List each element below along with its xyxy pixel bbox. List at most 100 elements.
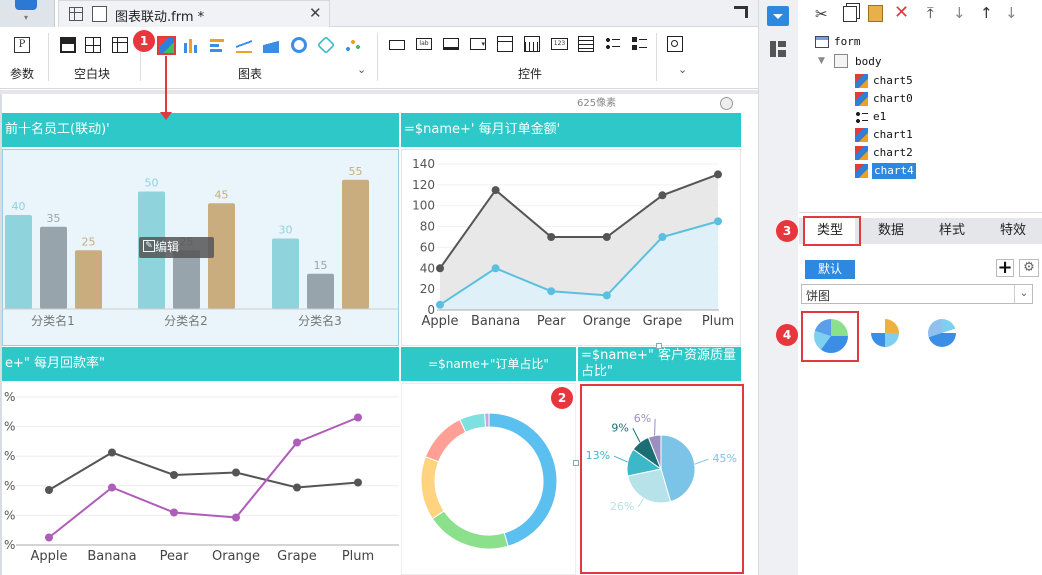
tree-item-chart2[interactable]: chart2 (873, 145, 913, 161)
tree-item-chart0[interactable]: chart0 (873, 91, 913, 107)
right-sidebar-strip (758, 0, 798, 575)
toolbar-separator (377, 33, 378, 81)
pie-type-option-selected[interactable] (801, 311, 859, 362)
data-point (293, 483, 301, 492)
toolbar-separator (656, 33, 657, 81)
radio-group-icon[interactable] (605, 36, 621, 52)
widget-settings-tab-icon[interactable] (767, 6, 789, 26)
chart-area-icon[interactable] (157, 36, 176, 55)
date-widget-icon[interactable] (524, 36, 540, 52)
dropdown-tree-icon[interactable] (497, 36, 513, 52)
chart-scatter-icon[interactable] (345, 37, 361, 53)
chart-type-select[interactable]: 饼图 ⌄ (801, 284, 1033, 304)
tree-item-body[interactable]: body (855, 54, 882, 70)
chart-area-fill-icon[interactable] (263, 37, 279, 53)
gear-icon[interactable]: ⚙ (1019, 259, 1039, 277)
bar-value-label: 15 (314, 259, 328, 272)
chevron-down-icon: ⌄ (1014, 285, 1033, 303)
pie-chart-icon (814, 319, 848, 353)
move-bottom-icon[interactable]: ↓ (1005, 4, 1018, 22)
data-point (436, 300, 444, 309)
editor-tab[interactable]: 图表联动.frm * ✕ (58, 0, 330, 27)
chart-node-icon (855, 92, 868, 106)
annotation-arrowhead (160, 112, 172, 120)
paste-icon[interactable] (868, 5, 883, 22)
pie-type-option[interactable] (918, 311, 972, 361)
data-point (170, 471, 178, 479)
canvas-width-hint: 625像素 (577, 98, 617, 109)
dropdown-widget-icon[interactable]: ▾ (470, 38, 486, 50)
x-tick-label: Banana (471, 314, 520, 329)
delete-icon[interactable]: ✕ (894, 2, 909, 23)
block-absolute-icon[interactable] (60, 37, 76, 53)
pie-type-option[interactable] (862, 311, 912, 361)
tree-item-chart1[interactable]: chart1 (873, 127, 913, 143)
y-tick-label: 80 (420, 220, 435, 234)
toolbar-separator (48, 33, 49, 81)
data-point (354, 478, 362, 487)
selection-handle[interactable] (656, 343, 662, 349)
canvas-resize-handle[interactable] (720, 97, 733, 110)
number-widget-icon[interactable]: 123 (551, 38, 568, 50)
default-button[interactable]: 默认 (805, 260, 855, 279)
radio-node-icon (855, 110, 868, 124)
move-up-icon[interactable]: ↑ (980, 4, 993, 22)
edit-label: 编辑 (155, 240, 180, 254)
label-widget-icon[interactable]: lab (416, 38, 432, 50)
tree-item-chart5[interactable]: chart5 (873, 73, 913, 89)
chart-gauge-icon[interactable] (291, 37, 307, 53)
textarea-widget-icon[interactable] (578, 36, 594, 52)
move-top-icon[interactable]: ⤒ (927, 4, 934, 22)
checkbox-group-icon[interactable] (632, 36, 648, 52)
tree-item-e1[interactable]: e1 (873, 109, 886, 125)
grid-icon (69, 7, 83, 21)
chevron-down-icon[interactable]: ⌄ (678, 63, 687, 76)
data-point (293, 438, 301, 447)
tab-effects[interactable]: 特效 (988, 218, 1038, 244)
bar (272, 238, 299, 309)
component-tree-tab-icon[interactable] (770, 41, 786, 57)
toolbar-group-label-params: 参数 (9, 67, 34, 81)
chart-bar-icon[interactable] (183, 37, 199, 53)
data-point (602, 291, 611, 300)
selection-handle[interactable] (573, 460, 579, 466)
copy-icon[interactable] (843, 6, 857, 22)
move-down-icon[interactable]: ↓ (953, 4, 966, 22)
step-badge-2: 2 (551, 387, 573, 409)
collapse-panel-icon[interactable] (734, 6, 748, 18)
tree-item-form[interactable]: form (834, 34, 861, 50)
cut-icon[interactable]: ✂ (815, 5, 828, 23)
text-field-icon[interactable] (443, 38, 459, 50)
app-logo-tab[interactable]: ▾ (0, 0, 55, 27)
donut-chart-order-share[interactable] (401, 383, 576, 575)
line-chart-collection-rate[interactable]: %%%%%% Apple Banana Pear Orange Grape Plum (2, 383, 399, 575)
edit-chart-button[interactable]: ✎ 编辑 (139, 237, 214, 258)
button-widget-icon[interactable] (389, 40, 405, 50)
chevron-down-icon[interactable]: ⌄ (357, 63, 366, 76)
data-point (602, 233, 611, 241)
tab-style[interactable]: 样式 (927, 218, 977, 244)
y-tick-label: % (4, 420, 15, 434)
form-file-icon (92, 6, 107, 22)
search-widget-icon[interactable] (667, 36, 683, 52)
chart-line-icon[interactable] (236, 37, 252, 53)
block-table-icon[interactable] (112, 37, 128, 53)
donut-slice (484, 412, 490, 428)
bar (307, 273, 334, 309)
add-icon[interactable]: + (996, 259, 1014, 277)
data-point (232, 513, 240, 522)
block-split-icon[interactable] (85, 37, 101, 53)
data-point (45, 533, 53, 542)
bar-value-label: 25 (82, 235, 96, 248)
data-point (108, 483, 116, 492)
pie-variant-icon (928, 319, 956, 347)
chart-node-icon (855, 74, 868, 88)
tab-data[interactable]: 数据 (866, 218, 916, 244)
chart-bar-horizontal-icon[interactable] (210, 37, 226, 53)
tree-expand-icon[interactable]: ▼ (818, 56, 825, 66)
area-chart-monthly-orders[interactable]: 020406080100120140Apple Banana Pear Orange G… (401, 149, 741, 346)
tree-item-chart4-selected[interactable]: chart4 (872, 163, 916, 179)
x-tick-label: Grape (277, 549, 317, 564)
close-tab-icon[interactable]: ✕ (309, 4, 322, 22)
parameter-icon[interactable]: P (14, 37, 30, 53)
